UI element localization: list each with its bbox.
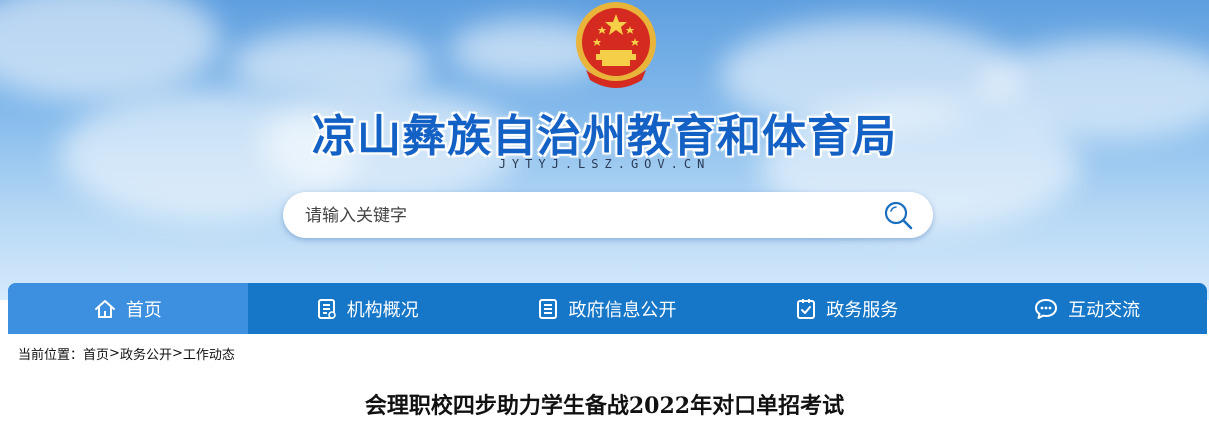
cloud-decoration (0, 0, 220, 100)
site-title: 凉山彝族自治州教育和体育局 (312, 111, 897, 162)
site-domain: JYTYJ.LSZ.GOV.CN (498, 157, 711, 171)
breadcrumb-link-work-news[interactable]: 工作动态 (183, 344, 235, 363)
search-input[interactable] (303, 192, 867, 240)
breadcrumb-link-home[interactable]: 首页 (83, 344, 109, 363)
nav-item-label: 政务服务 (826, 299, 899, 321)
checklist-icon (797, 298, 816, 319)
nav-item-label: 政府信息公开 (568, 299, 677, 321)
breadcrumb-link-gov-affairs[interactable]: 政务公开 (120, 344, 172, 363)
header-banner: 凉山彝族自治州教育和体育局 JYTYJ.LSZ.GOV.CN (0, 0, 1209, 300)
article-title: 会理职校四步助力学生备战2022年对口单招考试 (364, 393, 845, 419)
nav-item-gov-info[interactable]: 政府信息公开 (488, 283, 728, 334)
breadcrumb-label: 当前位置： (18, 348, 84, 363)
nav-item-interaction[interactable]: 互动交流 (967, 283, 1207, 334)
breadcrumb-separator: > (109, 346, 120, 361)
chat-icon (1035, 298, 1058, 319)
search-icon[interactable] (883, 200, 915, 232)
nav-item-label: 互动交流 (1068, 299, 1141, 321)
national-emblem-icon (576, 2, 656, 88)
nav-item-label: 机构概况 (346, 299, 419, 321)
nav-item-label: 首页 (125, 299, 162, 321)
nav-item-services[interactable]: 政务服务 (727, 283, 967, 334)
file-icon (539, 298, 558, 319)
document-list-icon (317, 298, 336, 319)
main-nav: 首页 机构概况 政府信息公开 政务服务 互动交流 (8, 283, 1207, 334)
breadcrumb-separator: > (171, 346, 183, 361)
nav-item-organization[interactable]: 机构概况 (248, 283, 488, 334)
breadcrumb: 当前位置： 首页 > 政务公开 > 工作动态 (18, 344, 235, 363)
nav-item-home[interactable]: 首页 (8, 283, 248, 334)
home-icon (94, 299, 115, 318)
search-box (283, 192, 933, 240)
